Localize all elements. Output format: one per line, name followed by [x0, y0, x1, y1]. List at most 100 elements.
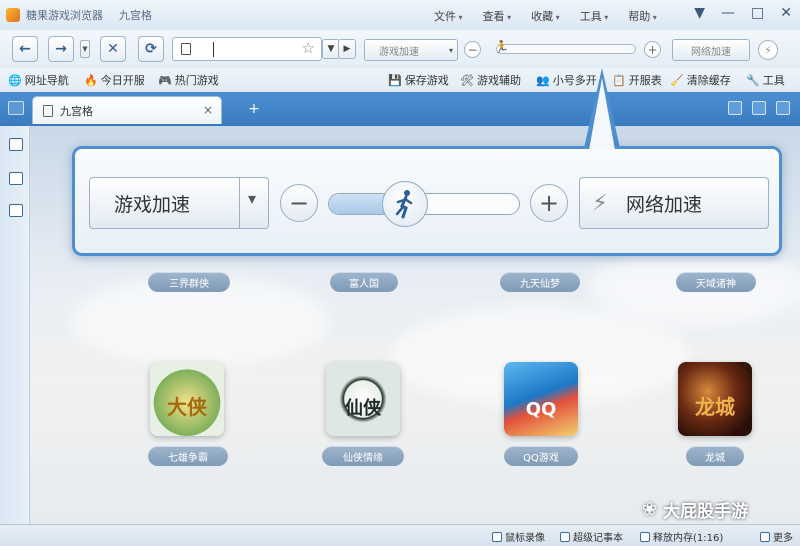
- close-window-icon[interactable]: ✕: [780, 5, 792, 21]
- tab-tool-icon-2[interactable]: [752, 101, 766, 115]
- mini-speed-slider[interactable]: [496, 44, 636, 54]
- tool-label: 游戏辅助: [476, 74, 521, 87]
- status-more[interactable]: 更多: [760, 529, 793, 544]
- bookmark-today-servers[interactable]: 🔥 今日开服: [84, 72, 145, 88]
- game-label-longcheng[interactable]: 龙城: [686, 446, 744, 466]
- sidebar-back-icon[interactable]: [9, 138, 23, 151]
- network-accel-button[interactable]: ⚡ 网络加速: [579, 177, 769, 229]
- fire-icon: 🔥: [84, 73, 98, 87]
- tool-save-game[interactable]: 💾 保存游戏: [388, 72, 449, 88]
- game-label-jiutian[interactable]: 九天仙梦: [500, 272, 580, 292]
- speed-down-button[interactable]: −: [280, 184, 318, 222]
- tool-more-tools[interactable]: 🔧 工具: [746, 72, 785, 88]
- tool-label: 开服表: [628, 74, 662, 87]
- game-label-tianyu[interactable]: 天域诸神: [676, 272, 756, 292]
- forward-button[interactable]: →: [48, 36, 74, 62]
- bookmark-web-nav[interactable]: 🌐 网址导航: [8, 72, 69, 88]
- chevron-down-icon[interactable]: [239, 177, 269, 229]
- tab-tool-icon-1[interactable]: [728, 101, 742, 115]
- page-icon: [43, 104, 53, 117]
- refresh-button[interactable]: ⟳: [138, 36, 164, 62]
- navigation-toolbar: ← → ▼ ✕ ⟳ ☆ ▼ ▶ 游戏加速 − 🏃 + 网络加速 ⚡: [0, 30, 800, 68]
- status-notepad[interactable]: 超级记事本: [560, 529, 623, 544]
- bookmark-label: 网址导航: [24, 74, 69, 87]
- users-icon: 👥: [536, 73, 550, 87]
- watermark: ❀ 大屁股手游: [642, 497, 748, 522]
- record-icon: [492, 531, 502, 542]
- game-art-text: 大侠: [167, 395, 207, 419]
- callout-pointer-inner: [589, 78, 615, 150]
- skin-dropdown-icon[interactable]: ▼: [694, 5, 705, 21]
- runner-icon[interactable]: [381, 181, 428, 227]
- lightning-bolt-icon: ⚡: [592, 190, 608, 216]
- status-label: 鼠标录像: [505, 533, 545, 544]
- tab-jiugongge[interactable]: 九宫格 ×: [32, 96, 222, 124]
- menu-file[interactable]: 文件: [434, 8, 463, 24]
- gamepad-icon: 🎮: [158, 73, 172, 87]
- notepad-icon: [560, 531, 570, 542]
- game-label-sanjie[interactable]: 三界群侠: [148, 272, 230, 292]
- speed-up-button[interactable]: +: [530, 184, 568, 222]
- mini-bolt-icon[interactable]: ⚡: [758, 40, 778, 60]
- globe-icon: 🌐: [8, 73, 22, 87]
- back-button[interactable]: ←: [12, 36, 38, 62]
- address-bar[interactable]: ☆: [172, 37, 322, 61]
- close-tab-icon[interactable]: ×: [203, 103, 213, 117]
- mini-game-accel-dropdown[interactable]: 游戏加速: [364, 39, 458, 61]
- watermark-text: 大屁股手游: [663, 502, 749, 522]
- more-icon: [760, 531, 770, 542]
- sidebar-list-icon[interactable]: [9, 204, 23, 217]
- mini-network-accel-button[interactable]: 网络加速: [672, 39, 750, 61]
- menu-favorites[interactable]: 收藏: [531, 8, 560, 24]
- bookmark-label: 热门游戏: [174, 74, 219, 87]
- status-label: 释放内存(1:16): [653, 533, 724, 544]
- history-dropdown-icon[interactable]: ▼: [80, 40, 90, 58]
- game-label-qq[interactable]: QQ游戏: [504, 446, 578, 466]
- wechat-icon: ❀: [642, 499, 658, 520]
- title-bar: 糖果游戏浏览器 九宫格 文件 查看 收藏 工具 帮助 ▼ — □ ✕: [0, 0, 800, 30]
- maximize-icon[interactable]: □: [751, 5, 764, 21]
- tab-tool-icon-3[interactable]: [776, 101, 790, 115]
- memory-icon: [640, 531, 650, 542]
- broom-icon: 🧹: [670, 73, 684, 87]
- tool-clear-cache[interactable]: 🧹 清除缓存: [670, 72, 731, 88]
- tools-icon: 🛠: [460, 73, 474, 87]
- sidebar-window-icon[interactable]: [9, 172, 23, 185]
- tool-label: 工具: [762, 74, 785, 87]
- status-label: 更多: [773, 533, 793, 544]
- new-tab-icon[interactable]: +: [246, 102, 262, 116]
- bookmark-hot-games[interactable]: 🎮 热门游戏: [158, 72, 219, 88]
- runner-glyph: [395, 190, 413, 219]
- go-button[interactable]: ▶: [338, 39, 356, 59]
- menu-tools[interactable]: 工具: [580, 8, 609, 24]
- game-icon-xianxia[interactable]: 仙侠: [326, 362, 400, 436]
- status-bar: 鼠标录像 超级记事本 释放内存(1:16) 更多: [0, 524, 800, 546]
- status-mouse-record[interactable]: 鼠标录像: [492, 529, 545, 544]
- game-label-furenguo[interactable]: 富人国: [330, 272, 398, 292]
- app-title: 糖果游戏浏览器: [26, 9, 103, 22]
- favorite-star-icon[interactable]: ☆: [302, 39, 315, 57]
- menu-bar: 文件 查看 收藏 工具 帮助: [434, 8, 657, 24]
- bookmark-bar: 🌐 网址导航 🔥 今日开服 🎮 热门游戏 💾 保存游戏 🛠 游戏辅助 👥 小号多…: [0, 68, 800, 90]
- window-controls: ▼ — □ ✕: [694, 5, 792, 21]
- game-label-xianxia[interactable]: 仙侠情缘: [322, 446, 404, 466]
- mini-speed-down-button[interactable]: −: [464, 41, 481, 58]
- game-icon-qixiong[interactable]: 大侠: [150, 362, 224, 436]
- stop-button[interactable]: ✕: [100, 36, 126, 62]
- menu-help[interactable]: 帮助: [628, 8, 657, 24]
- tab-title: 九宫格: [60, 104, 93, 118]
- game-label-qixiong[interactable]: 七雄争霸: [148, 446, 228, 466]
- tab-list-icon[interactable]: [8, 101, 24, 115]
- mini-speed-up-button[interactable]: +: [644, 41, 661, 58]
- mini-runner-icon[interactable]: 🏃: [494, 40, 509, 54]
- minimize-icon[interactable]: —: [721, 5, 735, 21]
- game-icon-longcheng[interactable]: 龙城: [678, 362, 752, 436]
- status-free-memory[interactable]: 释放内存(1:16): [640, 529, 723, 544]
- menu-view[interactable]: 查看: [483, 8, 512, 24]
- status-label: 超级记事本: [573, 533, 623, 544]
- page-icon: [181, 43, 191, 55]
- speed-control-zoom-panel: 游戏加速 − + ⚡ 网络加速: [72, 146, 782, 256]
- tool-game-assist[interactable]: 🛠 游戏辅助: [460, 72, 521, 88]
- game-icon-qq[interactable]: QQ: [504, 362, 578, 436]
- document-title: 九宫格: [119, 9, 152, 22]
